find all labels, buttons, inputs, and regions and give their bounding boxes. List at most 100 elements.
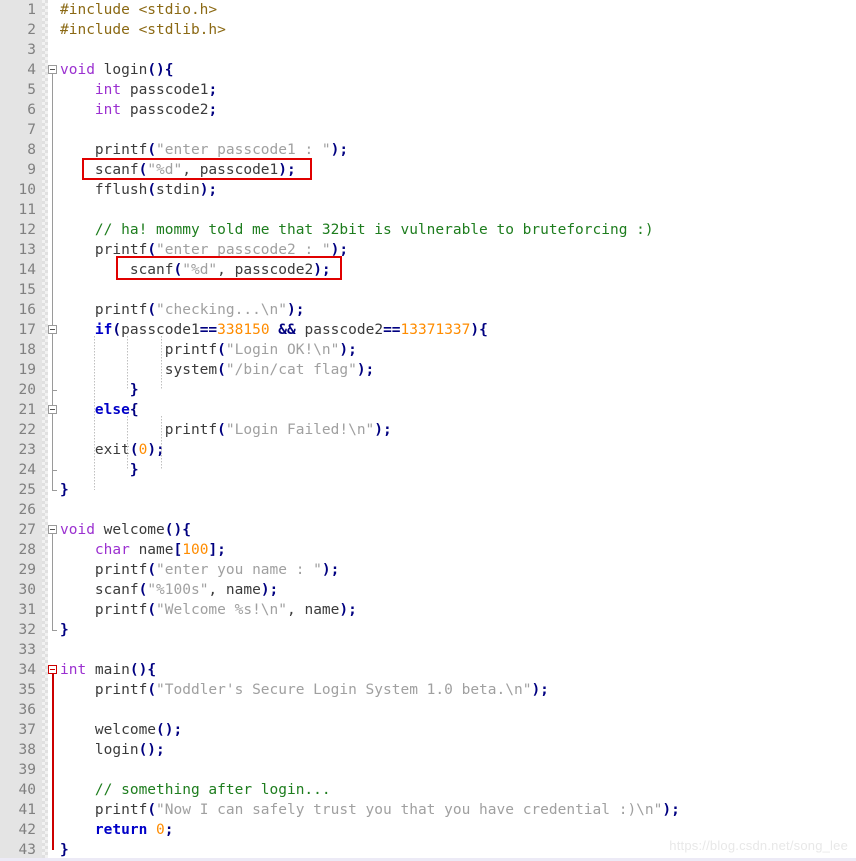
code-token-op: ); bbox=[287, 302, 305, 318]
code-line[interactable]: } bbox=[60, 480, 69, 500]
code-token-fn: passcode1 bbox=[121, 82, 209, 98]
code-line[interactable]: return 0; bbox=[60, 820, 174, 840]
code-line[interactable]: fflush(stdin); bbox=[60, 180, 217, 200]
code-line[interactable]: welcome(); bbox=[60, 720, 182, 740]
fold-toggle-icon[interactable] bbox=[48, 525, 57, 534]
code-line[interactable]: printf("enter you name : "); bbox=[60, 560, 339, 580]
code-token-fn: printf bbox=[60, 682, 148, 698]
code-token-str: "/bin/cat flag" bbox=[225, 362, 357, 378]
code-token-fn: printf bbox=[60, 302, 148, 318]
code-line[interactable]: int passcode1; bbox=[60, 80, 217, 100]
code-token-fn: stdin bbox=[156, 182, 200, 198]
code-token-op: (){ bbox=[129, 662, 157, 678]
code-token-fn: login bbox=[60, 742, 139, 758]
code-token-fn: printf bbox=[60, 562, 148, 578]
code-token-op: ( bbox=[147, 182, 157, 198]
line-number: 41 bbox=[18, 802, 36, 818]
line-number: 23 bbox=[18, 442, 36, 458]
code-line[interactable]: scanf("%100s", name); bbox=[60, 580, 278, 600]
code-token-op: ( bbox=[147, 802, 157, 818]
code-token-fn: , name bbox=[208, 582, 261, 598]
code-line[interactable]: } bbox=[60, 620, 69, 640]
code-line[interactable]: printf("Login OK!\n"); bbox=[60, 340, 357, 360]
code-token-op: ); bbox=[339, 342, 357, 358]
code-token-op: ); bbox=[339, 602, 357, 618]
code-token-op: ( bbox=[147, 682, 157, 698]
code-line[interactable]: void login(){ bbox=[60, 60, 174, 80]
code-token-type: int bbox=[60, 662, 87, 678]
code-token-fn: exit bbox=[60, 442, 130, 458]
fold-toggle-icon[interactable] bbox=[48, 325, 57, 334]
code-token-op: ( bbox=[147, 242, 157, 258]
fold-column[interactable] bbox=[48, 0, 60, 861]
code-token-num: 338150 bbox=[217, 322, 270, 338]
code-line[interactable]: int passcode2; bbox=[60, 100, 217, 120]
line-number: 35 bbox=[18, 682, 36, 698]
code-token-op: (){ bbox=[164, 522, 191, 538]
code-line[interactable]: int main(){ bbox=[60, 660, 156, 680]
line-number: 25 bbox=[18, 482, 36, 498]
line-number: 7 bbox=[27, 122, 36, 138]
code-line[interactable]: printf("enter passcode1 : "); bbox=[60, 140, 348, 160]
code-token-op: ); bbox=[321, 562, 340, 578]
code-token-op: ; bbox=[164, 822, 174, 838]
fold-toggle-icon[interactable] bbox=[48, 405, 57, 414]
code-editor[interactable]: 1 2 3 4 5 6 7 8 9 10 11 12 13 14 15 16 17 18 19 20 21 22 23 24 2… bbox=[0, 0, 856, 861]
line-number: 6 bbox=[27, 102, 36, 118]
code-line[interactable]: #include <stdio.h> bbox=[60, 0, 217, 20]
code-token-op: (); bbox=[138, 742, 165, 758]
code-line[interactable]: system("/bin/cat flag"); bbox=[60, 360, 375, 380]
code-token-fn: passcode2 bbox=[121, 102, 209, 118]
code-token-kw: return bbox=[94, 822, 148, 838]
code-token-str: "Login OK!\n" bbox=[225, 342, 340, 358]
code-line[interactable]: // ha! mommy told me that 32bit is vulne… bbox=[60, 220, 654, 240]
code-line[interactable]: login(); bbox=[60, 740, 165, 760]
code-token-op: ( bbox=[173, 262, 183, 278]
code-line[interactable]: } bbox=[60, 840, 69, 860]
line-number: 22 bbox=[18, 422, 36, 438]
indent-guide bbox=[93, 336, 95, 490]
code-line[interactable]: scanf("%d", passcode1); bbox=[60, 160, 296, 180]
code-line[interactable]: printf("checking...\n"); bbox=[60, 300, 305, 320]
code-token-op: ( bbox=[129, 442, 139, 458]
line-number: 18 bbox=[18, 342, 36, 358]
code-line[interactable]: if(passcode1==338150 && passcode2==13371… bbox=[60, 320, 488, 340]
code-token-op: ); bbox=[278, 162, 296, 178]
indent-guide bbox=[160, 416, 162, 470]
code-line[interactable]: #include <stdlib.h> bbox=[60, 20, 226, 40]
line-number: 39 bbox=[18, 762, 36, 778]
code-token-fn: printf bbox=[60, 242, 148, 258]
line-number: 3 bbox=[27, 42, 36, 58]
code-token-str: "Welcome %s!\n" bbox=[156, 602, 287, 618]
code-line[interactable]: exit(0); bbox=[60, 440, 165, 460]
indent-guide bbox=[127, 416, 129, 470]
code-line[interactable]: // something after login... bbox=[60, 780, 331, 800]
code-token-fn bbox=[60, 82, 95, 98]
code-token-num: 13371337 bbox=[400, 322, 471, 338]
code-token-op: ( bbox=[147, 142, 157, 158]
code-token-op: ); bbox=[531, 682, 549, 698]
line-number: 31 bbox=[18, 602, 36, 618]
code-line[interactable]: printf("Now I can safely trust you that … bbox=[60, 800, 680, 820]
line-number: 4 bbox=[27, 62, 36, 78]
code-line[interactable]: void welcome(){ bbox=[60, 520, 191, 540]
code-token-fn: , name bbox=[287, 602, 340, 618]
line-number-gutter: 1 2 3 4 5 6 7 8 9 10 11 12 13 14 15 16 17 18 19 20 21 22 23 24 2… bbox=[0, 0, 42, 861]
fold-toggle-icon[interactable] bbox=[48, 665, 57, 674]
code-token-op: { bbox=[129, 402, 139, 418]
line-number: 17 bbox=[18, 322, 36, 338]
code-line[interactable]: printf("Welcome %s!\n", name); bbox=[60, 600, 357, 620]
code-line[interactable]: char name[100]; bbox=[60, 540, 226, 560]
indent-guide bbox=[127, 336, 129, 390]
code-token-type: int bbox=[94, 82, 122, 98]
code-line[interactable]: printf("Login Failed!\n"); bbox=[60, 420, 392, 440]
code-line[interactable]: scanf("%d", passcode2); bbox=[60, 260, 331, 280]
code-line[interactable]: printf("enter passcode2 : "); bbox=[60, 240, 348, 260]
code-content[interactable]: #include <stdio.h> #include <stdlib.h> voi… bbox=[60, 0, 856, 861]
code-token-fn: printf bbox=[60, 422, 218, 438]
fold-toggle-icon[interactable] bbox=[48, 65, 57, 74]
line-number: 20 bbox=[18, 382, 36, 398]
fold-connector-line bbox=[52, 534, 53, 630]
code-line[interactable]: printf("Toddler's Secure Login System 1.… bbox=[60, 680, 549, 700]
code-token-str: "enter passcode1 : " bbox=[156, 142, 331, 158]
